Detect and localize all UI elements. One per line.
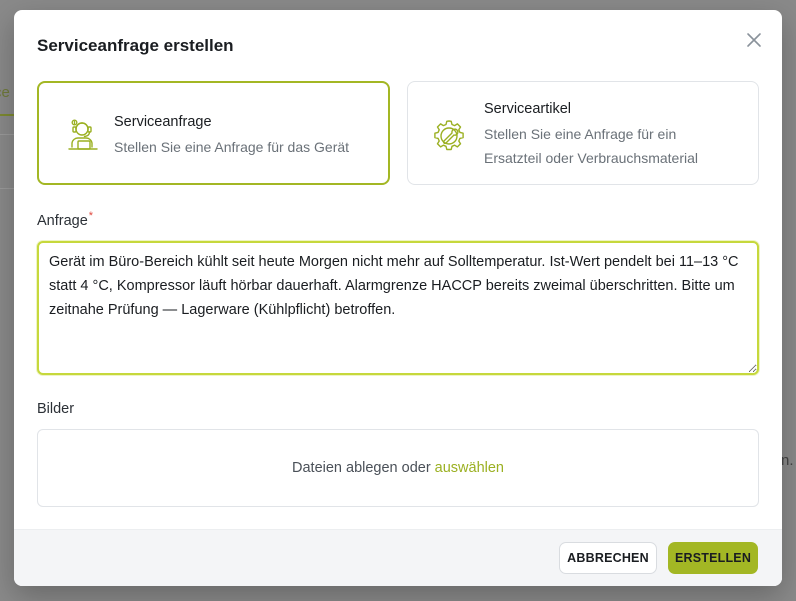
anfrage-label: Anfrage* bbox=[37, 210, 94, 229]
cancel-button[interactable]: ABBRECHEN bbox=[559, 542, 657, 574]
dialog-title: Serviceanfrage erstellen bbox=[37, 36, 234, 55]
support-agent-icon bbox=[68, 119, 98, 150]
card-title: Serviceanfrage bbox=[114, 114, 212, 130]
gear-wrench-icon bbox=[434, 120, 464, 151]
anfrage-label-text: Anfrage bbox=[37, 213, 88, 229]
select-files-link[interactable]: auswählen bbox=[435, 460, 504, 476]
required-marker: * bbox=[88, 210, 94, 222]
card-description: Stellen Sie eine Anfrage für ein Ersatzt… bbox=[484, 126, 698, 166]
background-divider bbox=[0, 188, 14, 189]
card-title: Serviceartikel bbox=[484, 101, 572, 117]
anfrage-textarea[interactable]: Gerät im Büro-Bereich kühlt seit heute M… bbox=[37, 241, 759, 375]
dropzone-text: Dateien ablegen oder bbox=[292, 460, 431, 476]
background-text-fragment: n. bbox=[781, 452, 794, 469]
background-tab-fragment: ce bbox=[0, 84, 10, 101]
service-request-dialog: Serviceanfrage erstellen Serviceanfrage … bbox=[14, 10, 782, 586]
option-card-serviceanfrage[interactable]: Serviceanfrage Stellen Sie eine Anfrage … bbox=[37, 81, 390, 185]
background-tab-underline bbox=[0, 114, 14, 116]
close-icon bbox=[747, 33, 761, 47]
dialog-footer: ABBRECHEN ERSTELLEN bbox=[14, 529, 782, 586]
create-button[interactable]: ERSTELLEN bbox=[668, 542, 758, 574]
option-card-serviceartikel[interactable]: Serviceartikel Stellen Sie eine Anfrage … bbox=[407, 81, 759, 185]
close-button[interactable] bbox=[742, 28, 766, 52]
bilder-label: Bilder bbox=[37, 401, 75, 417]
image-dropzone[interactable]: Dateien ablegen oder auswählen bbox=[37, 429, 759, 507]
background-divider bbox=[0, 134, 14, 135]
card-description: Stellen Sie eine Anfrage für das Gerät bbox=[114, 139, 350, 155]
